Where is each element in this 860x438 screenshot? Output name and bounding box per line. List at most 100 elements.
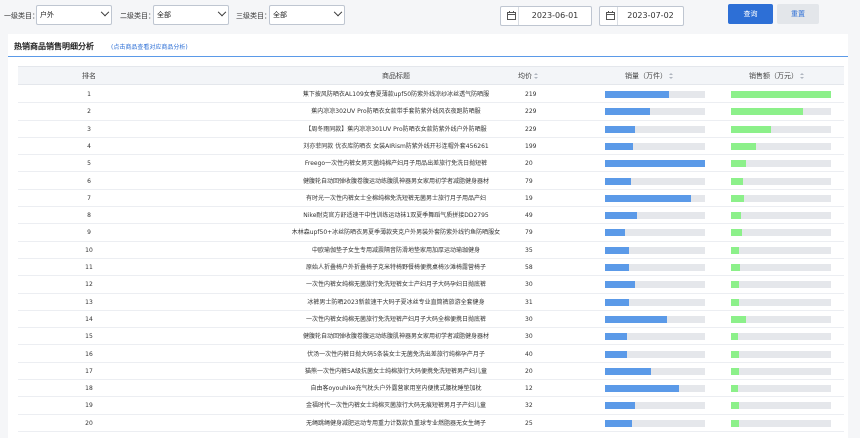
table-row[interactable]: 2 蕉内凉凉302UV Pro防晒衣女款带手套防紫外线风衣夜跑防晒服 229: [18, 103, 844, 121]
price-cell: 30: [525, 281, 533, 289]
sales-bar: [605, 212, 637, 220]
price-cell: 12: [525, 385, 533, 393]
revenue-bar: [731, 91, 831, 98]
sort-icon[interactable]: [534, 73, 538, 79]
sales-bar: [605, 108, 650, 116]
table-row[interactable]: 17 猫熊一次性内裤5A级抗菌女士纯棉旅行大码便携免洗短裤男产妇儿童 20: [18, 363, 844, 381]
end-date-picker[interactable]: 2023-07-02: [599, 6, 684, 26]
table-row[interactable]: 16 伏汤一次性内裤日抛大码5条装女士无菌免洗出差旅行纯棉孕产月子 40: [18, 346, 844, 363]
category-level3-select[interactable]: 全部: [269, 5, 345, 25]
header-revenue-label: 销售额（万元）: [749, 72, 798, 80]
rank-cell: 15: [85, 333, 93, 341]
table-row[interactable]: 10 中欧瑜伽垫子女生专用减震隔音防滑地垫家用加厚运动瑜珈健身 35: [18, 242, 844, 259]
table-row[interactable]: 19 金福时代一次性内裤女士纯棉灭菌旅行大码无痕短裤男月子产妇儿童 32: [18, 397, 844, 415]
table-row[interactable]: 4 刘亦菲同款 优衣库防晒衣 女装AIRism防紫外线开衫连帽外套456261 19…: [18, 138, 844, 156]
revenue-bar-track: [731, 246, 831, 254]
sales-bar-track: [605, 212, 705, 220]
category-level3-value: 全部: [273, 11, 287, 19]
table-row[interactable]: 6 健腹轮自动回弹收腹卷腹运动练腹肌神器男女家用初学者减脂健身器材 79: [18, 173, 844, 190]
revenue-bar: [731, 385, 738, 393]
revenue-bar: [731, 246, 739, 254]
table-row[interactable]: 20 无绳跳绳健身减肥运动专用重力计数款负重球专业燃脂器无女生绳子 25: [18, 415, 844, 432]
revenue-bar: [731, 298, 739, 306]
table-header: 排名 商品标题 均价 销量（万件） 销售额（万元）: [18, 66, 844, 85]
rank-cell: 3: [87, 125, 91, 133]
revenue-bar-track: [731, 91, 831, 98]
revenue-bar: [731, 125, 771, 133]
sales-bar: [605, 350, 627, 358]
revenue-bar: [731, 160, 746, 168]
category-level2-label: 二级类目：: [120, 12, 155, 20]
price-cell: 229: [525, 108, 537, 116]
revenue-bar-track: [731, 298, 831, 306]
sales-bar: [605, 246, 629, 254]
calendar-icon: [505, 7, 519, 25]
sales-bar-track: [605, 264, 705, 271]
category-level2-select[interactable]: 全部: [153, 5, 229, 25]
table-row[interactable]: 8 Nike耐克官方舒适速干中性训练运动袜1双夏季舞蹈气质拼接DD2795 49: [18, 207, 844, 225]
sales-bar: [605, 91, 669, 98]
table-row[interactable]: 12 一次性内裤女纯棉无菌旅行免洗短裤女士产妇月子大码孕妇日抛底裤 30: [18, 276, 844, 294]
revenue-bar-track: [731, 125, 831, 133]
sales-bar: [605, 194, 691, 202]
sales-bar-track: [605, 419, 705, 427]
table-row[interactable]: 3 【周冬雨同款】蕉内凉凉301UV Pro防晒衣女款防紫外线户外防晒服 229: [18, 121, 844, 138]
sales-bar-track: [605, 298, 705, 306]
table-row[interactable]: 14 一次性内裤女纯棉无菌旅行免洗短裤产妇月子大码全棉便携日抛底裤 30: [18, 311, 844, 329]
sales-bar-track: [605, 125, 705, 133]
revenue-bar: [731, 315, 746, 323]
rank-cell: 8: [87, 212, 91, 220]
sales-bar: [605, 298, 629, 306]
reset-button[interactable]: 重置: [777, 4, 819, 24]
sales-bar-track: [605, 315, 705, 323]
header-revenue[interactable]: 销售额（万元）: [749, 67, 839, 85]
revenue-bar-track: [731, 177, 831, 185]
hot-products-card: 热销商品销售明细分析 (点击商品查看对应商品分析) 排名 商品标题 均价 销量（…: [8, 34, 848, 438]
table-row[interactable]: 15 健腹轮自动回弹收腹卷腹运动练腹肌神器男女家用初学者减脂健身器材 30: [18, 328, 844, 346]
table-row[interactable]: 11 原始人折叠椅户外折叠椅子克米特椅野餐椅便携桌椅沙滩椅露营椅子 58: [18, 259, 844, 277]
revenue-bar-track: [731, 402, 831, 410]
chevron-down-icon: [333, 7, 343, 17]
card-subtitle: (点击商品查看对应商品分析): [111, 44, 188, 51]
revenue-bar-track: [731, 419, 831, 427]
price-cell: 30: [525, 315, 533, 323]
table-row[interactable]: 18 自由客oyouhike充气枕头户外露营家用室内便携式腰枕睡垫加枕 12: [18, 380, 844, 398]
revenue-bar: [731, 177, 743, 185]
price-cell: 35: [525, 246, 533, 254]
table-row[interactable]: 5 Freego一次性内裤女男灭菌纯棉产妇月子用品出差旅行免洗日抛短裤 20: [18, 155, 844, 173]
sort-icon[interactable]: [669, 73, 673, 79]
revenue-bar-track: [731, 333, 831, 341]
sales-bar: [605, 333, 627, 341]
header-sales[interactable]: 销量（万件）: [625, 67, 705, 85]
query-button[interactable]: 查询: [728, 4, 773, 24]
rank-cell: 6: [87, 177, 91, 185]
revenue-bar-track: [731, 142, 831, 150]
sort-icon[interactable]: [800, 73, 804, 79]
sales-bar: [605, 367, 651, 375]
revenue-bar-track: [731, 108, 831, 116]
sales-bar-track: [605, 281, 705, 289]
sales-bar: [605, 160, 705, 168]
table-row[interactable]: 13 冰裤男士防晒2023新款速干大码子夏冰丝专业直筒裤旅游全套健身 31: [18, 294, 844, 311]
rank-cell: 14: [85, 315, 93, 323]
start-date-value: 2023-06-01: [531, 11, 579, 20]
table-row[interactable]: 7 有时光一次性内裤女士全棉纯棉免洗短裤无菌男士旅行月子用品产妇 19: [18, 190, 844, 208]
rank-cell: 20: [85, 419, 93, 427]
price-cell: 40: [525, 350, 533, 358]
rank-cell: 12: [85, 281, 93, 289]
sales-bar-track: [605, 160, 705, 168]
sales-bar: [605, 229, 625, 237]
sales-bar-track: [605, 246, 705, 254]
start-date-picker[interactable]: 2023-06-01: [500, 6, 592, 26]
price-cell: 30: [525, 333, 533, 341]
category-level1-select[interactable]: 户外: [36, 5, 112, 25]
rank-cell: 10: [85, 246, 93, 254]
revenue-bar-track: [731, 160, 831, 168]
table-row[interactable]: 9 木林森upf50+冰丝防晒衣男夏季薄款夹克户外男装外套防紫外线钓鱼防晒服女 79: [18, 224, 844, 242]
rank-cell: 19: [85, 402, 93, 410]
table-row[interactable]: 1 蕉下披风防晒衣AL109女春夏薄款upf50防紫外线凉纱冰丝透气防晒服 219: [18, 86, 844, 104]
sales-bar-track: [605, 385, 705, 393]
revenue-bar: [731, 108, 803, 116]
revenue-bar: [731, 281, 739, 289]
header-price[interactable]: 均价: [518, 67, 548, 85]
